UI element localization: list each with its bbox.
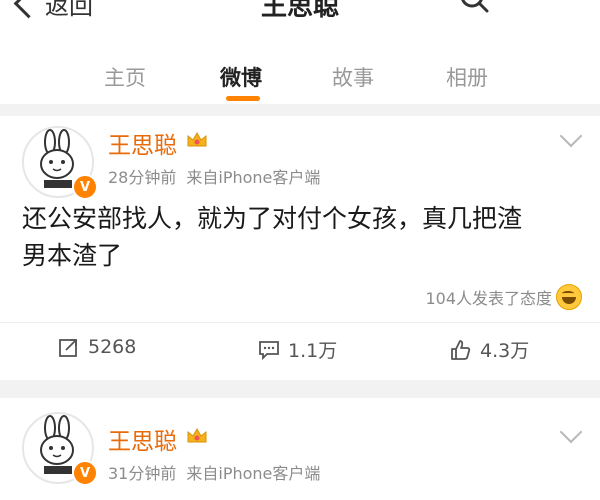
tab-albums[interactable]: 相册 bbox=[446, 62, 488, 92]
active-tab-indicator bbox=[226, 96, 260, 101]
profile-tabs: 主页 微博 故事 相册 bbox=[0, 40, 600, 104]
repost-count: 5268 bbox=[88, 336, 137, 358]
comment-icon bbox=[259, 340, 279, 360]
thumbs-up-icon bbox=[451, 339, 471, 360]
post-time: 28分钟前 bbox=[108, 168, 177, 187]
post-meta: 31分钟前 来自iPhone客户端 bbox=[108, 460, 320, 484]
crown-vip-icon bbox=[187, 427, 207, 443]
reactions-text: 104人发表了态度 bbox=[425, 289, 552, 308]
post-source: 来自iPhone客户端 bbox=[186, 464, 321, 483]
page-title: 王思聪 bbox=[260, 0, 339, 22]
like-button[interactable]: 4.3万 bbox=[450, 336, 529, 363]
comment-count: 1.1万 bbox=[288, 340, 338, 362]
comment-button[interactable]: 1.1万 bbox=[258, 336, 337, 363]
divider bbox=[0, 322, 600, 323]
repost-icon bbox=[59, 339, 77, 357]
post-meta: 28分钟前 来自iPhone客户端 bbox=[108, 164, 320, 188]
post-card: V 王思聪 28分钟前 来自iPhone客户端 还公安部找人，就为了对付个女孩，真… bbox=[0, 116, 600, 380]
verified-badge-icon: V bbox=[72, 460, 98, 486]
post-author-name[interactable]: 王思聪 bbox=[108, 422, 177, 456]
reactions-summary[interactable]: 104人发表了态度 bbox=[425, 284, 582, 310]
section-gap bbox=[0, 380, 600, 398]
post-content-line: 男本渣了 bbox=[22, 241, 123, 270]
post-menu-chevron-icon[interactable] bbox=[559, 124, 583, 148]
post-menu-chevron-icon[interactable] bbox=[559, 420, 583, 444]
tab-stories[interactable]: 故事 bbox=[332, 62, 374, 92]
laughing-emoji-icon bbox=[556, 284, 582, 310]
like-count: 4.3万 bbox=[480, 340, 530, 362]
post-card: V 王思聪 31分钟前 来自iPhone客户端 bbox=[0, 398, 600, 500]
post-time: 31分钟前 bbox=[108, 464, 177, 483]
search-icon[interactable] bbox=[458, 0, 490, 14]
repost-button[interactable]: 5268 bbox=[58, 336, 136, 358]
post-content-line: 还公安部找人，就为了对付个女孩，真几把渣 bbox=[22, 204, 523, 233]
verified-badge-icon: V bbox=[72, 174, 98, 200]
tab-home[interactable]: 主页 bbox=[104, 62, 146, 92]
tab-weibo[interactable]: 微博 bbox=[220, 62, 262, 92]
top-nav-bar: 返回 王思聪 bbox=[0, 0, 600, 30]
section-gap bbox=[0, 104, 600, 116]
post-author-name[interactable]: 王思聪 bbox=[108, 126, 177, 160]
post-content[interactable]: 还公安部找人，就为了对付个女孩，真几把渣 男本渣了 bbox=[22, 200, 562, 274]
crown-vip-icon bbox=[187, 131, 207, 147]
post-actions: 5268 1.1万 4.3万 bbox=[0, 336, 600, 376]
post-source: 来自iPhone客户端 bbox=[186, 168, 321, 187]
